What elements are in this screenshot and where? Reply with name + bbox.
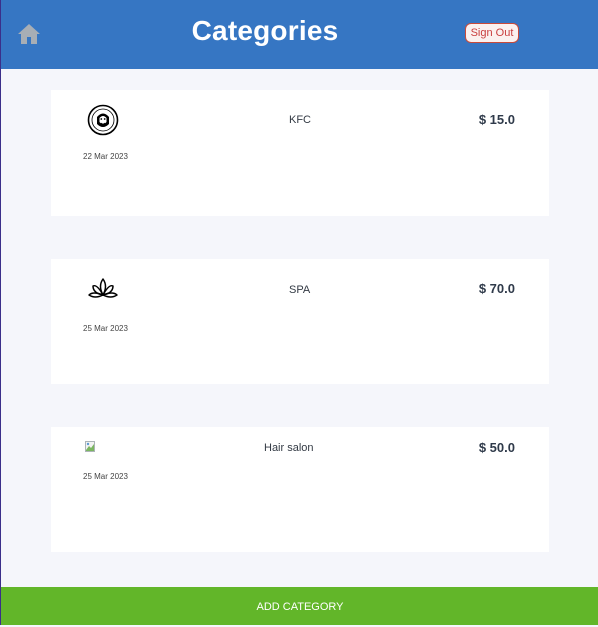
category-name: KFC	[289, 114, 311, 126]
category-price: $ 70.0	[478, 281, 515, 296]
category-date: 25 Mar 2023	[83, 472, 128, 481]
category-price: $ 15.0	[478, 112, 515, 127]
broken-image-icon	[85, 440, 97, 452]
category-card[interactable]: SPA $ 70.0 25 Mar 2023	[51, 259, 549, 384]
add-category-button[interactable]: ADD CATEGORY	[1, 587, 598, 625]
category-price: $ 50.0	[478, 440, 515, 455]
category-name: SPA	[289, 284, 311, 296]
category-date: 22 Mar 2023	[83, 152, 128, 161]
page-title: Categories	[191, 15, 339, 46]
category-name: Hair salon	[264, 442, 314, 454]
category-date: 25 Mar 2023	[83, 324, 128, 333]
sign-out-button[interactable]: Sign Out	[465, 23, 519, 43]
kfc-logo-icon	[87, 104, 119, 136]
category-card[interactable]: KFC $ 15.0 22 Mar 2023	[51, 90, 549, 216]
lotus-icon	[87, 273, 119, 305]
top-bar: Categories Sign Out	[1, 0, 598, 69]
category-card[interactable]: Hair salon $ 50.0 25 Mar 2023	[51, 427, 549, 552]
